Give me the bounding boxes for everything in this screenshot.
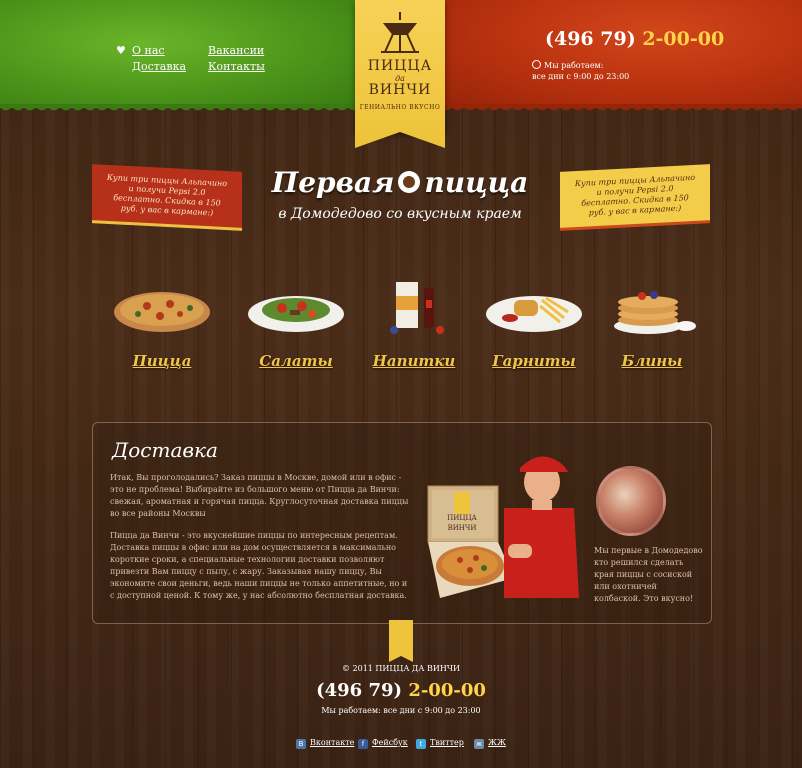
sides-icon [486,296,582,332]
footer-phone-number: 2-00-00 [408,680,486,701]
logo-tagline: ГЕНИАЛЬНО ВКУСНО [359,104,441,111]
footer-phone: (496 79) 2-00-00 [0,680,802,701]
hero-subtitle: в Домодедово со вкусным краем [278,206,522,222]
nav-vacancies-link[interactable]: Вакансии [208,44,264,57]
category-pizza-label[interactable]: Пицца [102,352,222,370]
swirl-icon [398,170,421,193]
salad-icon [248,296,344,332]
category-salads[interactable]: Салаты [236,268,356,376]
easel-icon [381,12,419,53]
category-drinks-label[interactable]: Напитки [354,352,474,370]
category-pancakes[interactable]: Блины [592,268,712,376]
facebook-icon: f [358,739,368,749]
social-twitter-link[interactable]: t Твиттер [416,738,464,749]
category-sides-label[interactable]: Гарниты [474,352,594,370]
logo-line3: ВИНЧИ [368,82,432,98]
category-sides[interactable]: Гарниты [474,268,594,376]
social-vkontakte-label: Вконтакте [310,738,355,747]
header-phone-number: 2-00-00 [642,28,725,50]
header-green-panel [0,0,360,116]
social-livejournal-label: ЖЖ [488,738,506,747]
category-drinks[interactable]: Напитки [354,268,474,376]
social-facebook-label: Фейсбук [372,738,408,747]
pancakes-icon [614,291,696,334]
header-red-scallop [440,104,802,112]
logo-ribbon-tip [355,132,445,148]
category-pancakes-label[interactable]: Блины [592,352,712,370]
pizza-icon [114,292,210,332]
logo-line1: ПИЦЦА [367,58,433,74]
sausage-crust-photo [596,466,666,536]
header-hours-value: все дни с 9:00 до 23:00 [532,72,630,81]
site-logo[interactable]: ПИЦЦА да ВИНЧИ ГЕНИАЛЬНО ВКУСНО [355,0,445,148]
footer-phone-code: (496 79) [316,680,403,701]
delivery-paragraph-2: Пицца да Винчи - это вкуснейшие пиццы по… [110,531,408,600]
header-hours: Мы работаем: все дни с 9:00 до 23:00 [532,60,629,82]
social-facebook-link[interactable]: f Фейсбук [358,738,408,749]
delivery-text: Итак, Вы проголодались? Заказ пиццы в Мо… [110,472,410,612]
social-livejournal-link[interactable]: ж ЖЖ [474,738,506,749]
promo-left-text: Купи три пиццы Альпачино и получи Pepsi … [106,172,228,218]
hero-title: Первая пицца [250,166,550,199]
category-salads-label[interactable]: Салаты [236,352,356,370]
vkontakte-icon: В [296,739,306,749]
box-logo-line2: ВИНЧИ [448,524,477,532]
delivery-paragraph-1: Итак, Вы проголодались? Заказ пиццы в Мо… [110,473,409,518]
hero-title-part1: Первая [271,166,395,199]
promo-ribbon-left[interactable]: Купи три пиццы Альпачино и получи Pepsi … [92,164,242,228]
box-logo-line1: ПИЦЦА [447,514,477,522]
delivery-side-text: Мы первые в Домодедово кто решился сдела… [594,546,703,603]
social-twitter-label: Твиттер [430,738,464,747]
nav-contacts-link[interactable]: Контакты [208,60,265,73]
nav-delivery-link[interactable]: Доставка [132,60,186,73]
social-vkontakte-link[interactable]: В Вконтакте [296,738,354,749]
header-hours-label: Мы работаем: [544,61,604,70]
livejournal-icon: ж [474,739,484,749]
delivery-boy-illustration: ПИЦЦА ВИНЧИ [427,456,579,598]
delivery-title: Доставка [112,438,218,462]
drinks-icon [390,282,444,334]
promo-ribbon-right[interactable]: Купи три пиццы Альпачино и получи Pepsi … [560,164,710,228]
category-pizza[interactable]: Пицца [102,268,222,376]
header-phone-code: (496 79) [545,28,636,50]
footer-hours: Мы работаем: все дни с 9:00 до 23:00 [321,706,481,715]
promo-right-text: Купи три пиццы Альпачино и получи Pepsi … [574,172,696,218]
footer-logo[interactable] [389,620,413,662]
header-phone: (496 79) 2-00-00 [545,28,724,50]
header-green-scallop [0,104,360,112]
footer-copyright: © 2011 ПИЦЦА ДА ВИНЧИ [341,664,461,673]
heart-icon: ♥ [116,44,126,57]
twitter-icon: t [416,739,426,749]
hero-title-part2: пицца [424,166,529,199]
header-red-panel [440,0,802,116]
nav-about-link[interactable]: О нас [132,44,165,57]
